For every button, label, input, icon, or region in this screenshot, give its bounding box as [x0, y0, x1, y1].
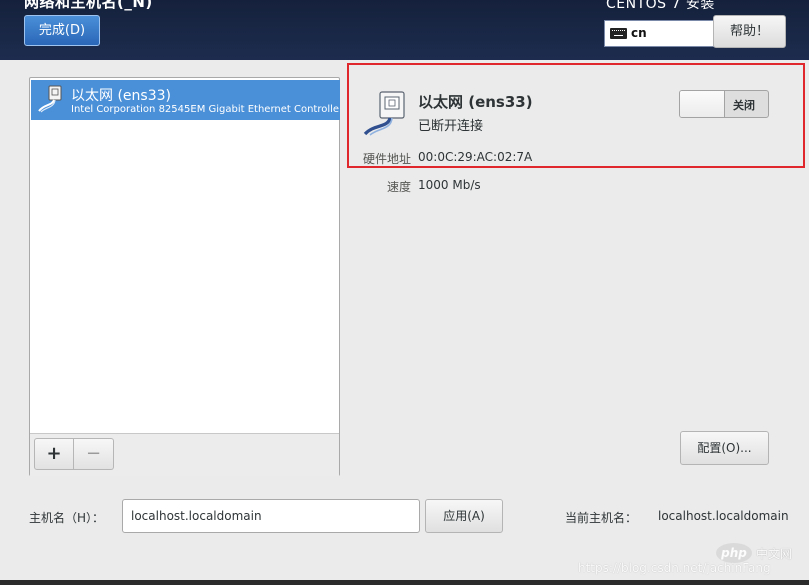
bottom-strip: [0, 580, 809, 585]
speed-label: 速度: [386, 180, 411, 194]
apply-hostname-button[interactable]: 应用(A): [425, 499, 503, 533]
help-button[interactable]: 帮助！: [713, 15, 786, 48]
keyboard-layout-label: cn: [631, 26, 647, 40]
current-hostname-label: 当前主机名：: [565, 511, 638, 525]
current-hostname-value: localhost.localdomain: [658, 509, 789, 523]
watermark-logo: php: [716, 543, 752, 563]
highlight-box: [347, 63, 805, 168]
network-device-list: 以太网 (ens33) Intel Corporation 82545EM Gi…: [29, 77, 340, 476]
keyboard-layout-indicator[interactable]: cn: [604, 20, 714, 47]
device-name: 以太网 (ens33): [71, 88, 171, 104]
device-description: Intel Corporation 82545EM Gigabit Ethern…: [71, 104, 340, 115]
page-title: 网络和主机名(_N): [24, 0, 153, 11]
done-button[interactable]: 完成(D): [24, 15, 100, 46]
ethernet-cable-icon: [38, 85, 62, 113]
hostname-label: 主机名（H）：: [29, 511, 105, 525]
product-title: CENTOS 7 安装: [606, 0, 715, 12]
configure-button[interactable]: 配置(O)...: [680, 431, 769, 465]
keyboard-icon: [610, 28, 627, 39]
list-toolbar: + −: [30, 433, 339, 476]
hostname-input[interactable]: [122, 499, 420, 533]
speed-value: 1000 Mb/s: [418, 178, 481, 192]
watermark-site: 中文网: [756, 547, 793, 561]
add-device-button[interactable]: +: [34, 438, 74, 470]
watermark-url: https://blog.csdn.net/jachinFang: [578, 561, 771, 575]
list-item-ens33[interactable]: 以太网 (ens33) Intel Corporation 82545EM Gi…: [31, 80, 340, 120]
remove-device-button[interactable]: −: [74, 438, 114, 470]
header-bar: 网络和主机名(_N) 完成(D) CENTOS 7 安装 cn 帮助！: [0, 0, 809, 60]
